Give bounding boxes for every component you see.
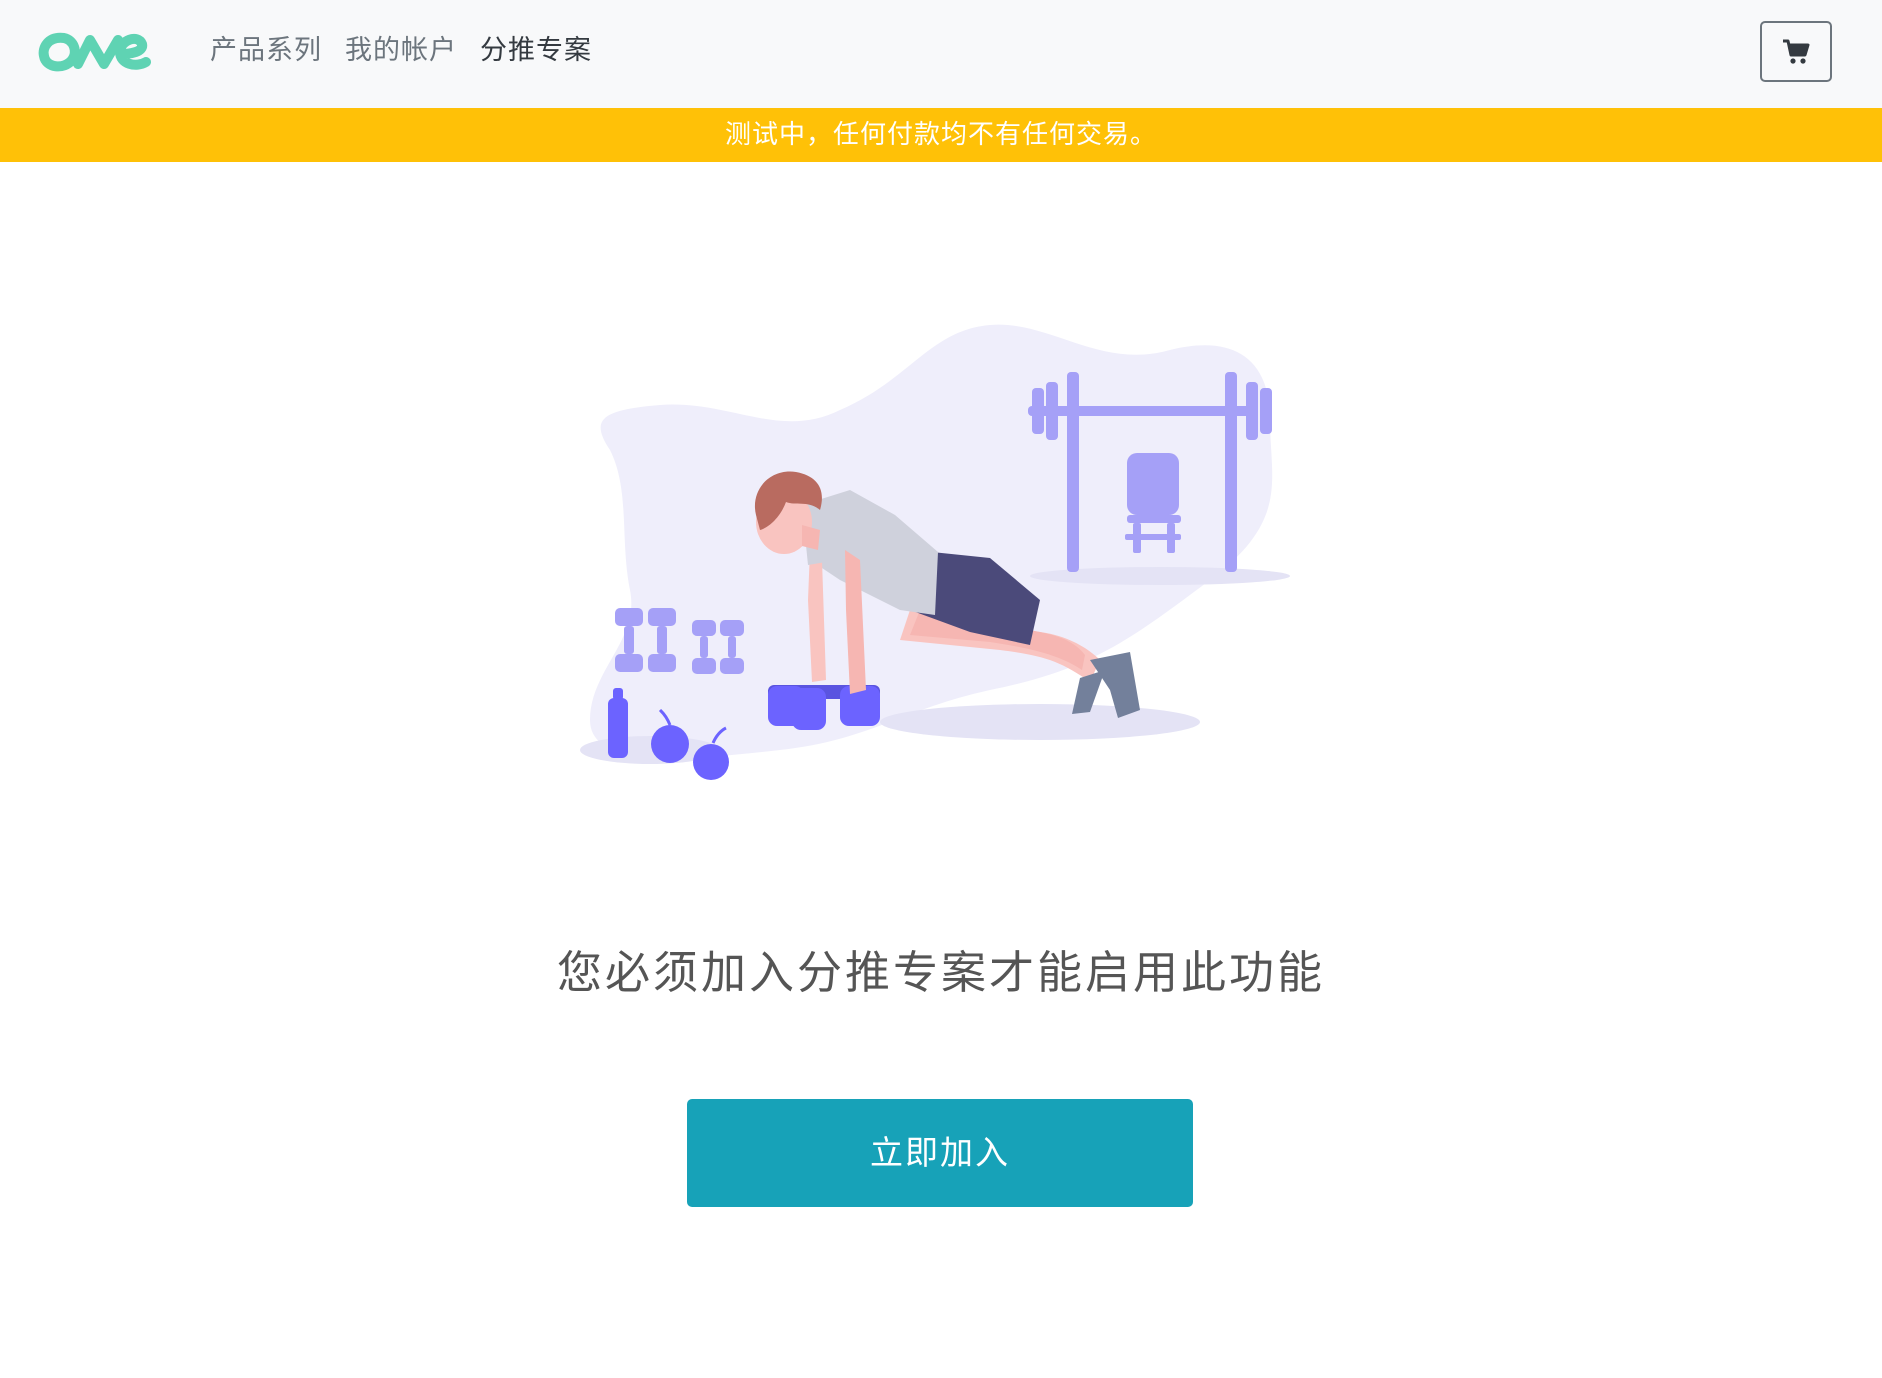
- cart-button[interactable]: [1760, 21, 1832, 82]
- pushup-dumbbell: [768, 685, 880, 730]
- nav-link-affiliate[interactable]: 分推专案: [480, 30, 592, 72]
- workout-illustration: [580, 324, 1290, 780]
- brand-logo[interactable]: [34, 26, 154, 76]
- join-required-message: 您必须加入分推专案才能启用此功能: [556, 946, 1325, 999]
- test-mode-notice: 测试中，任何付款均不有任何交易。: [0, 108, 1882, 162]
- floor-shadow: [880, 704, 1200, 740]
- shopping-cart-icon: [1783, 39, 1810, 64]
- top-navbar: 产品系列 我的帐户 分推专案: [0, 0, 1882, 108]
- nav-link-products[interactable]: 产品系列: [210, 30, 322, 72]
- join-now-button[interactable]: 立即加入: [687, 1099, 1193, 1207]
- nav-link-my-account[interactable]: 我的帐户: [345, 30, 457, 72]
